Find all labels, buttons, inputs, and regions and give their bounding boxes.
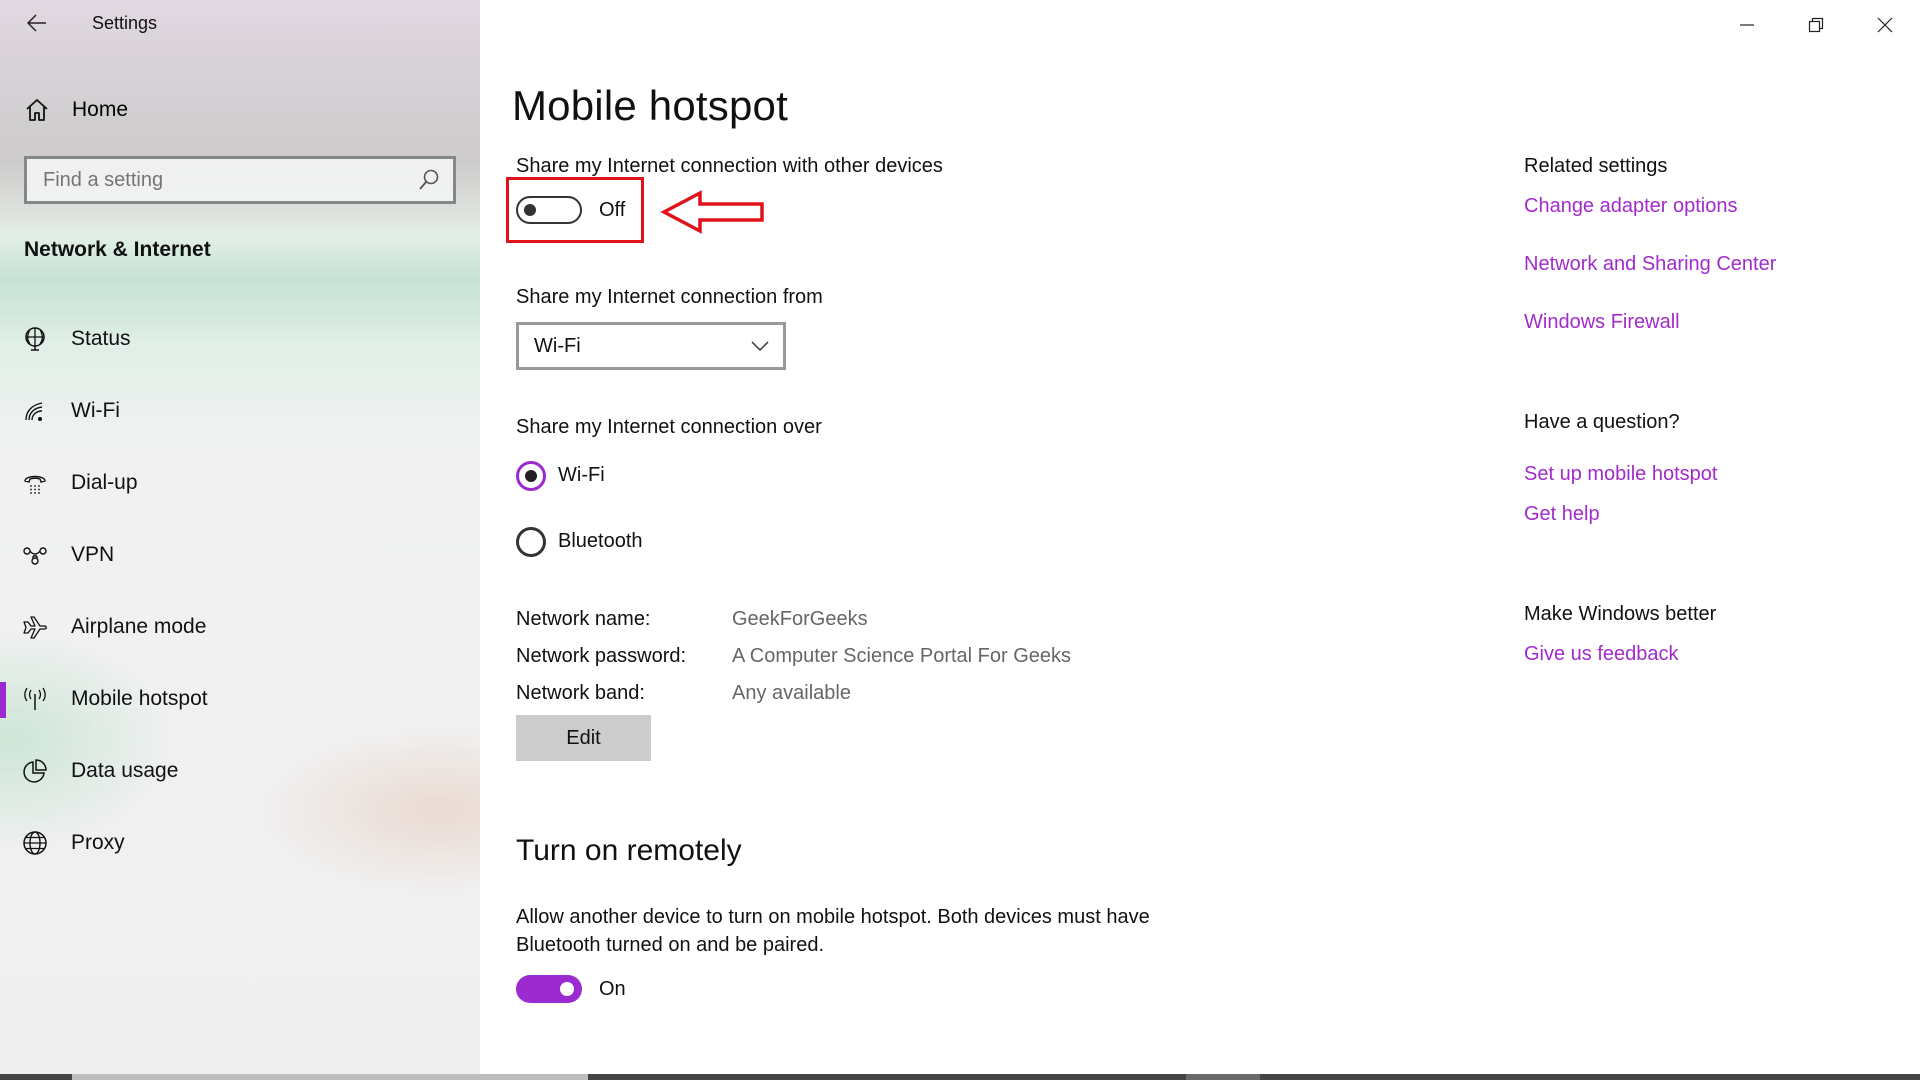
sidebar-item-wifi[interactable]: Wi-Fi xyxy=(0,383,480,439)
globe-monitor-icon xyxy=(25,327,45,351)
link-windows-firewall[interactable]: Windows Firewall xyxy=(1524,311,1680,334)
sidebar-item-label: Status xyxy=(71,327,131,350)
radio-dot xyxy=(525,470,537,482)
share-from-dropdown[interactable]: Wi-Fi xyxy=(516,322,786,370)
minimize-button[interactable] xyxy=(1713,0,1781,50)
back-button[interactable] xyxy=(24,10,50,36)
search-input[interactable] xyxy=(43,168,417,192)
sidebar-item-home[interactable]: Home xyxy=(24,94,128,126)
sidebar-item-data-usage[interactable]: Data usage xyxy=(0,743,480,799)
taskbar-edge xyxy=(0,1074,1920,1080)
pie-chart-icon xyxy=(23,759,47,783)
sidebar-item-vpn[interactable]: VPN xyxy=(0,527,480,583)
sidebar-item-label: Dial-up xyxy=(71,471,138,494)
sidebar-item-airplane-mode[interactable]: Airplane mode xyxy=(0,599,480,655)
arrow-left-icon xyxy=(27,14,46,32)
minimize-icon xyxy=(1740,24,1754,26)
share-from-label: Share my Internet connection from xyxy=(516,286,823,308)
network-password-value: A Computer Science Portal For Geeks xyxy=(732,645,1072,667)
radio-wifi[interactable] xyxy=(516,461,546,491)
annotation-arrow-icon xyxy=(660,190,764,234)
globe-icon xyxy=(23,831,47,855)
chevron-down-icon xyxy=(751,341,769,352)
home-label: Home xyxy=(72,98,129,121)
sidebar-item-dial-up[interactable]: Dial-up xyxy=(0,455,480,511)
edit-button[interactable]: Edit xyxy=(516,715,651,761)
network-name-value: GeekForGeeks xyxy=(732,608,868,630)
radio-bluetooth-label[interactable]: Bluetooth xyxy=(558,530,643,553)
sidebar: Settings Home Network & Internet Status … xyxy=(0,0,480,1074)
sidebar-item-label: VPN xyxy=(71,543,115,566)
make-windows-better-heading: Make Windows better xyxy=(1524,603,1717,625)
network-band-key: Network band: xyxy=(516,682,645,704)
taskbar-segment xyxy=(1186,1074,1260,1080)
phone-icon xyxy=(24,475,46,494)
have-question-heading: Have a question? xyxy=(1524,411,1680,433)
sidebar-item-label: Mobile hotspot xyxy=(71,687,208,710)
sidebar-item-label: Airplane mode xyxy=(71,615,207,638)
sidebar-item-label: Proxy xyxy=(71,831,125,854)
toggle-knob xyxy=(560,982,574,996)
network-password-key: Network password: xyxy=(516,645,687,667)
network-band-value: Any available xyxy=(732,682,851,704)
search-icon[interactable] xyxy=(417,168,441,192)
restore-icon xyxy=(1808,17,1824,33)
link-give-feedback[interactable]: Give us feedback xyxy=(1524,643,1679,666)
share-over-label: Share my Internet connection over xyxy=(516,416,822,438)
sidebar-item-mobile-hotspot[interactable]: Mobile hotspot xyxy=(0,671,480,727)
close-button[interactable] xyxy=(1851,0,1919,50)
link-setup-mobile-hotspot[interactable]: Set up mobile hotspot xyxy=(1524,463,1717,486)
share-from-selected: Wi-Fi xyxy=(534,334,581,357)
network-name-key: Network name: xyxy=(516,608,651,630)
restore-button[interactable] xyxy=(1782,0,1850,50)
link-get-help[interactable]: Get help xyxy=(1524,503,1600,526)
radio-bluetooth[interactable] xyxy=(516,527,546,557)
close-icon xyxy=(1877,17,1893,33)
antenna-icon xyxy=(24,687,46,710)
share-with-label: Share my Internet connection with other … xyxy=(516,155,943,177)
sidebar-item-proxy[interactable]: Proxy xyxy=(0,815,480,871)
annotation-highlight-box xyxy=(506,177,644,243)
search-box[interactable] xyxy=(24,156,456,204)
home-icon xyxy=(26,99,48,121)
sidebar-item-label: Wi-Fi xyxy=(71,399,120,422)
vpn-icon xyxy=(23,547,47,565)
taskbar-segment xyxy=(72,1074,588,1080)
wifi-icon xyxy=(25,402,43,421)
remote-toggle-state: On xyxy=(599,978,626,1000)
active-indicator xyxy=(0,682,6,718)
page-title: Mobile hotspot xyxy=(512,82,788,129)
remote-section-title: Turn on remotely xyxy=(516,834,742,867)
main-content: Mobile hotspot Share my Internet connect… xyxy=(480,0,1920,1074)
link-network-sharing-center[interactable]: Network and Sharing Center xyxy=(1524,253,1776,276)
section-title: Network & Internet xyxy=(24,238,211,261)
airplane-icon xyxy=(23,616,47,639)
app-title: Settings xyxy=(92,13,158,33)
sidebar-item-label: Data usage xyxy=(71,759,179,782)
remote-description: Allow another device to turn on mobile h… xyxy=(516,906,1150,956)
sidebar-item-status[interactable]: Status xyxy=(0,311,480,367)
link-change-adapter-options[interactable]: Change adapter options xyxy=(1524,195,1738,218)
related-settings-heading: Related settings xyxy=(1524,155,1668,177)
radio-wifi-label[interactable]: Wi-Fi xyxy=(558,464,605,487)
remote-toggle[interactable] xyxy=(516,975,582,1003)
